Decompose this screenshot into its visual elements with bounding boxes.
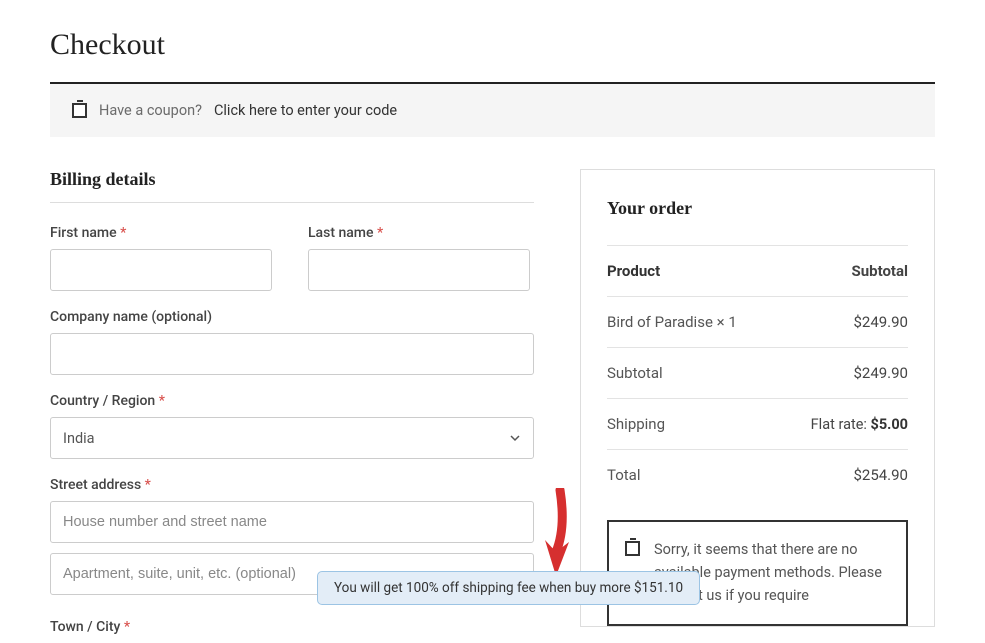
last-name-input[interactable] xyxy=(308,249,530,291)
company-input[interactable] xyxy=(50,333,534,375)
order-item-row: Bird of Paradise × 1 $249.90 xyxy=(607,297,908,348)
street-label: Street address * xyxy=(50,477,534,493)
subtotal-col-header: Subtotal xyxy=(852,262,909,280)
required-marker: * xyxy=(377,225,383,241)
country-label: Country / Region * xyxy=(50,393,534,409)
order-subtotal-row: Subtotal $249.90 xyxy=(607,348,908,399)
calendar-icon xyxy=(72,103,87,118)
calendar-icon xyxy=(625,541,640,556)
required-marker: * xyxy=(120,225,126,241)
order-header-row: Product Subtotal xyxy=(607,245,908,297)
chevron-down-icon xyxy=(509,432,521,444)
order-heading: Your order xyxy=(607,198,908,219)
required-marker: * xyxy=(145,477,151,493)
order-total-row: Total $254.90 xyxy=(607,450,908,508)
coupon-prompt: Have a coupon? xyxy=(99,102,202,119)
total-value: $254.90 xyxy=(853,466,908,484)
order-item-price: $249.90 xyxy=(853,313,908,331)
shipping-value: Flat rate: $5.00 xyxy=(811,416,908,433)
total-label: Total xyxy=(607,466,641,484)
order-box: Your order Product Subtotal Bird of Para… xyxy=(580,169,935,627)
product-col-header: Product xyxy=(607,262,660,280)
country-value: India xyxy=(63,430,95,447)
street-address-1-input[interactable] xyxy=(50,501,534,543)
country-select[interactable]: India xyxy=(50,417,534,459)
last-name-label: Last name * xyxy=(308,225,530,241)
order-item-name: Bird of Paradise × 1 xyxy=(607,313,737,331)
required-marker: * xyxy=(124,619,130,635)
required-marker: * xyxy=(159,393,165,409)
billing-divider xyxy=(50,202,534,203)
first-name-input[interactable] xyxy=(50,249,272,291)
coupon-link[interactable]: Click here to enter your code xyxy=(214,102,397,119)
subtotal-value: $249.90 xyxy=(853,364,908,382)
shipping-label: Shipping xyxy=(607,415,665,433)
town-label: Town / City * xyxy=(50,619,534,635)
page-title: Checkout xyxy=(50,28,935,62)
first-name-label: First name * xyxy=(50,225,272,241)
billing-heading: Billing details xyxy=(50,169,534,190)
order-shipping-row: Shipping Flat rate: $5.00 xyxy=(607,399,908,450)
subtotal-label: Subtotal xyxy=(607,364,663,382)
company-label: Company name (optional) xyxy=(50,309,534,325)
coupon-bar: Have a coupon? Click here to enter your … xyxy=(50,84,935,137)
shipping-offer-tooltip: You will get 100% off shipping fee when … xyxy=(317,571,700,605)
